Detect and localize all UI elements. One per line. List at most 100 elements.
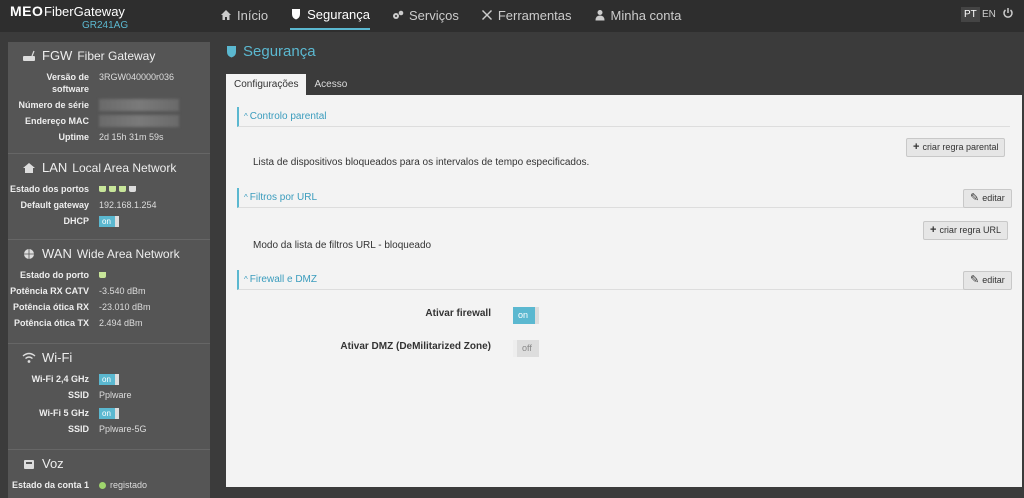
fgw-uptime-row: Uptime 2d 15h 31m 59s — [8, 131, 210, 143]
gears-icon — [392, 10, 404, 19]
nav-ferramentas-label: Ferramentas — [497, 7, 572, 23]
tab-bar: Configurações Acesso — [226, 74, 355, 95]
fgw-mac-label: Endereço MAC — [24, 116, 89, 126]
create-parental-rule-button[interactable]: + criar regra parental — [906, 138, 1006, 157]
wan-title-long: Wide Area Network — [76, 246, 180, 261]
lan-ports-label: Estado dos portos — [9, 184, 89, 194]
lan-title-long: Local Area Network — [72, 160, 177, 175]
lan-port-1-icon — [99, 186, 106, 192]
nav-ferramentas[interactable]: Ferramentas — [481, 0, 572, 30]
url-edit-button[interactable]: ✎ editar — [963, 189, 1012, 208]
wan-rx-value: -23.010 dBm — [99, 302, 151, 312]
parental-header-text: Controlo parental — [249, 111, 327, 122]
wan-tx-row: Potência ótica TX 2.494 dBm — [8, 317, 210, 329]
status-dot-icon — [99, 482, 106, 489]
meo-logo[interactable]: MEO FiberGateway GR241AG — [10, 3, 135, 31]
wan-tx-label: Potência ótica TX — [13, 318, 89, 328]
parental-section: ^ Controlo parental — [237, 107, 1010, 127]
nav-minha-conta[interactable]: Minha conta — [594, 0, 682, 30]
lang-en[interactable]: EN — [979, 7, 999, 22]
wifi-24-ssid-row: SSID Pplware — [8, 389, 210, 401]
lan-gateway-row: Default gateway 192.168.1.254 — [8, 199, 210, 211]
wan-rx-catv-value: -3.540 dBm — [99, 286, 146, 296]
wan-rx-catv-label: Potência RX CATV — [10, 286, 89, 296]
voz-account-status: registado — [99, 479, 147, 491]
wifi-title-label: Wi-Fi — [42, 350, 73, 365]
wan-rx-label: Potência ótica RX — [12, 302, 89, 312]
lan-ports-status — [99, 183, 136, 195]
collapse-caret-icon: ^ — [244, 193, 248, 202]
firewall-label: Ativar firewall — [425, 308, 491, 319]
wifi-24-toggle[interactable]: on — [99, 374, 119, 385]
voz-section: Voz Estado da conta 1 registado — [8, 450, 210, 498]
nav-minha-conta-label: Minha conta — [610, 7, 682, 23]
voz-account-value: registado — [110, 480, 148, 490]
lan-title: LAN Local Area Network — [8, 160, 210, 175]
fgw-version-value: 3RGW040000r036 — [99, 72, 175, 82]
wifi-5-toggle[interactable]: on — [99, 408, 119, 419]
wifi-5-row: Wi-Fi 5 GHz on — [8, 407, 210, 419]
nav-seguranca-label: Segurança — [307, 6, 370, 22]
dmz-toggle[interactable]: off — [513, 340, 539, 357]
fgw-mac-row: Endereço MAC — [8, 115, 210, 127]
shield-icon — [227, 46, 236, 58]
firewall-toggle[interactable]: on — [513, 307, 539, 324]
fgw-title: FGW Fiber Gateway — [8, 48, 210, 63]
wan-rx-catv-row: Potência RX CATV -3.540 dBm — [8, 285, 210, 297]
wan-title-short: WAN — [42, 246, 72, 261]
fgw-uptime-label: Uptime — [58, 132, 89, 142]
wifi-title: Wi-Fi — [8, 350, 210, 365]
url-edit-label: editar — [982, 193, 1005, 203]
lan-title-short: LAN — [42, 160, 68, 175]
home-icon — [221, 10, 231, 20]
logo-meo: MEO — [10, 3, 44, 19]
power-icon[interactable] — [1002, 7, 1014, 19]
nav-inicio[interactable]: Início — [220, 0, 268, 30]
wan-title: WAN Wide Area Network — [8, 246, 210, 261]
dmz-label: Ativar DMZ (DeMilitarized Zone) — [340, 341, 491, 352]
firewall-header[interactable]: ^ Firewall e DMZ — [237, 270, 1010, 290]
wifi-5-label: Wi-Fi 5 GHz — [39, 408, 89, 418]
fgw-title-long: Fiber Gateway — [77, 48, 156, 63]
config-panel: ^ Controlo parental + criar regra parental… — [226, 95, 1022, 487]
fgw-version-label: Versão de software — [46, 72, 89, 94]
page-title-text: Segurança — [243, 43, 316, 60]
lan-ports-row: Estado dos portos — [8, 183, 210, 195]
voz-title: Voz — [8, 456, 210, 471]
wan-port-icon — [99, 272, 106, 278]
collapse-caret-icon: ^ — [244, 275, 248, 284]
main-nav: Início Segurança Serviços Ferramentas Mi… — [220, 0, 703, 32]
lan-port-2-icon — [109, 186, 116, 192]
url-filter-header[interactable]: ^ Filtros por URL — [237, 188, 1010, 208]
parental-header[interactable]: ^ Controlo parental — [237, 107, 1010, 127]
create-url-rule-button[interactable]: + criar regra URL — [923, 221, 1008, 240]
wifi-5-ssid-value: Pplware-5G — [99, 424, 147, 434]
collapse-caret-icon: ^ — [244, 112, 248, 121]
fgw-serial-row: Número de série — [8, 99, 210, 111]
lang-pt[interactable]: PT — [961, 7, 980, 22]
wan-port-status — [99, 269, 106, 281]
firewall-section: ^ Firewall e DMZ — [237, 270, 1010, 290]
status-sidebar: FGW Fiber Gateway Versão de software 3RG… — [8, 42, 210, 498]
user-icon — [595, 10, 605, 21]
tab-acesso[interactable]: Acesso — [306, 74, 355, 95]
wifi-24-ssid-label: SSID — [67, 390, 89, 400]
fgw-mac-value-blurred — [99, 115, 179, 127]
fgw-version-row: Versão de software 3RGW040000r036 — [8, 71, 210, 95]
wan-section: WAN Wide Area Network Estado do porto Po… — [8, 240, 210, 344]
wan-port-label: Estado do porto — [20, 270, 89, 280]
top-bar: MEO FiberGateway GR241AG Início Seguranç… — [0, 0, 1024, 32]
phone-icon — [24, 459, 34, 469]
plus-icon: + — [913, 141, 920, 153]
firewall-edit-button[interactable]: ✎ editar — [963, 271, 1012, 290]
nav-servicos[interactable]: Serviços — [392, 0, 459, 30]
create-url-rule-label: criar regra URL — [939, 225, 1001, 235]
logo-model: GR241AG — [82, 20, 129, 31]
pencil-icon: ✎ — [970, 274, 980, 286]
dhcp-toggle[interactable]: on — [99, 216, 119, 227]
fgw-title-short: FGW — [42, 48, 73, 63]
nav-seguranca[interactable]: Segurança — [290, 0, 370, 30]
create-parental-rule-label: criar regra parental — [922, 142, 999, 152]
voz-account-label: Estado da conta 1 — [11, 480, 89, 490]
tab-configuracoes[interactable]: Configurações — [226, 74, 307, 95]
